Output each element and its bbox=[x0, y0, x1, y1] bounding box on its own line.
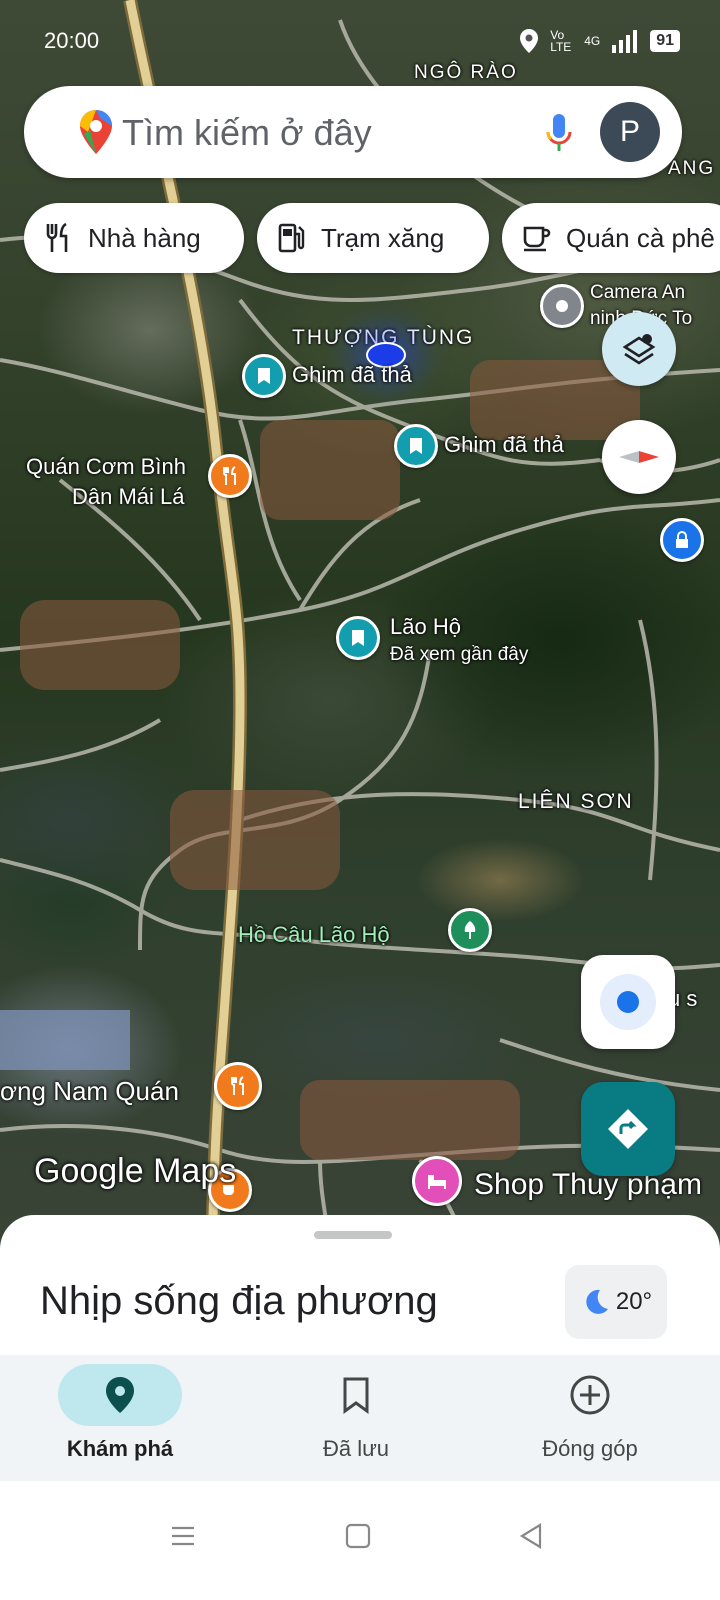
nav-saved[interactable]: Đã lưu bbox=[236, 1355, 476, 1481]
moon-icon bbox=[586, 1289, 608, 1314]
nav-saved-pill bbox=[294, 1364, 418, 1426]
layers-button[interactable] bbox=[602, 312, 676, 386]
bottom-sheet[interactable]: Nhịp sống địa phương 20° bbox=[0, 1215, 720, 1355]
dropped-pin-marker-1[interactable] bbox=[242, 354, 286, 398]
system-navigation-bar bbox=[0, 1481, 720, 1600]
signal-label: 4G bbox=[584, 34, 601, 48]
coffee-icon bbox=[523, 226, 551, 252]
compass-button[interactable] bbox=[602, 420, 676, 494]
nav-contribute[interactable]: Đóng góp bbox=[470, 1355, 710, 1481]
nav-explore-label: Khám phá bbox=[66, 1436, 174, 1461]
map-label-edge: ANG bbox=[668, 158, 716, 179]
dropped-pin-marker-2[interactable] bbox=[394, 424, 438, 468]
chip-restaurants[interactable]: Nhà hàng bbox=[24, 203, 244, 273]
gas-station-icon bbox=[278, 223, 305, 253]
fork-knife-icon bbox=[231, 1076, 244, 1095]
map-label-pin-2: Ghim đã thả bbox=[444, 432, 564, 457]
google-maps-pin-icon bbox=[80, 110, 112, 154]
chip-restaurants-label: Nhà hàng bbox=[88, 222, 201, 253]
map-label-ngo-rao: NGÔ RÀO bbox=[414, 62, 518, 83]
directions-button[interactable] bbox=[581, 1082, 675, 1176]
signal-icon bbox=[612, 30, 638, 53]
google-maps-watermark: Google Maps bbox=[34, 1152, 237, 1190]
search-bar[interactable]: Tìm kiếm ở đây P bbox=[24, 86, 682, 178]
chip-coffee-label: Quán cà phê bbox=[566, 222, 715, 253]
map-view[interactable]: 20:00 Vo LTE 4G 91 NGÔ RÀO ANG Tìm kiếm … bbox=[0, 0, 720, 1260]
menu-icon[interactable] bbox=[170, 1523, 196, 1549]
my-location-button[interactable] bbox=[581, 955, 675, 1049]
map-label-quan-com-1: Quán Cơm Bình bbox=[26, 454, 186, 479]
chip-gas-label: Trạm xăng bbox=[321, 222, 445, 253]
microphone-icon[interactable] bbox=[544, 112, 574, 154]
map-label-lien-son: LIÊN SƠN bbox=[518, 790, 634, 813]
lao-ho-marker[interactable] bbox=[336, 616, 380, 660]
chip-coffee[interactable]: Quán cà phê bbox=[502, 203, 720, 273]
nav-saved-label: Đã lưu bbox=[322, 1436, 390, 1461]
camera-marker[interactable] bbox=[540, 284, 584, 328]
restaurant-icon bbox=[46, 222, 68, 252]
map-label-lao-ho: Lão Hộ bbox=[390, 614, 461, 639]
camera-dot-icon bbox=[556, 300, 568, 312]
bookmark-icon bbox=[410, 438, 422, 454]
directions-icon bbox=[608, 1109, 648, 1149]
restaurant-marker-1[interactable] bbox=[208, 454, 252, 498]
my-location-icon bbox=[600, 974, 656, 1030]
nav-explore[interactable]: Khám phá bbox=[0, 1355, 240, 1481]
nav-explore-pill bbox=[58, 1364, 182, 1426]
battery-level: 91 bbox=[650, 30, 680, 52]
lock-icon bbox=[676, 531, 688, 548]
layers-icon bbox=[622, 334, 656, 365]
nav-contribute-pill bbox=[528, 1364, 652, 1426]
map-label-shop: Shop Thuy phạm bbox=[474, 1168, 702, 1201]
park-icon bbox=[464, 921, 476, 939]
add-circle-icon bbox=[570, 1375, 610, 1415]
lock-marker[interactable] bbox=[660, 518, 704, 562]
fork-knife-icon bbox=[223, 466, 236, 485]
bookmark-icon bbox=[352, 630, 364, 646]
nav-contribute-label: Đóng góp bbox=[542, 1436, 638, 1461]
sheet-drag-handle[interactable] bbox=[314, 1231, 392, 1239]
map-label-lao-ho-sub: Đã xem gần đây bbox=[390, 644, 529, 665]
bookmark-icon bbox=[258, 368, 270, 384]
status-icons: Vo LTE 4G 91 bbox=[518, 28, 680, 54]
map-label-ho-cau: Hồ Câu Lão Hộ bbox=[238, 922, 390, 947]
account-avatar[interactable]: P bbox=[600, 102, 660, 162]
map-label-pin-1: Ghim đã thả bbox=[292, 362, 412, 387]
back-icon[interactable] bbox=[518, 1523, 544, 1549]
map-label-camera-1: Camera An bbox=[590, 282, 686, 303]
search-placeholder[interactable]: Tìm kiếm ở đây bbox=[122, 112, 372, 154]
chip-gas-stations[interactable]: Trạm xăng bbox=[257, 203, 489, 273]
home-icon[interactable] bbox=[345, 1523, 371, 1549]
fishing-lake-marker[interactable] bbox=[448, 908, 492, 952]
compass-icon bbox=[619, 451, 659, 463]
bookmark-outline-icon bbox=[343, 1377, 369, 1414]
weather-chip[interactable]: 20° bbox=[565, 1265, 667, 1339]
status-time: 20:00 bbox=[44, 28, 100, 53]
map-label-nam-quan: ơng Nam Quán bbox=[0, 1076, 179, 1106]
map-label-quan-com-2: Dân Mái Lá bbox=[72, 484, 185, 509]
restaurant-marker-2[interactable] bbox=[214, 1062, 262, 1110]
explore-pin-icon bbox=[106, 1377, 134, 1413]
weather-temp: 20° bbox=[615, 1288, 653, 1315]
bed-icon bbox=[428, 1175, 446, 1189]
bottom-navigation: Khám phá Đã lưu Đóng góp bbox=[0, 1355, 720, 1481]
location-status-icon bbox=[520, 29, 539, 53]
network-label: Vo LTE bbox=[550, 28, 572, 54]
shop-marker[interactable] bbox=[412, 1156, 462, 1206]
sheet-title: Nhịp sống địa phương bbox=[40, 1279, 438, 1323]
